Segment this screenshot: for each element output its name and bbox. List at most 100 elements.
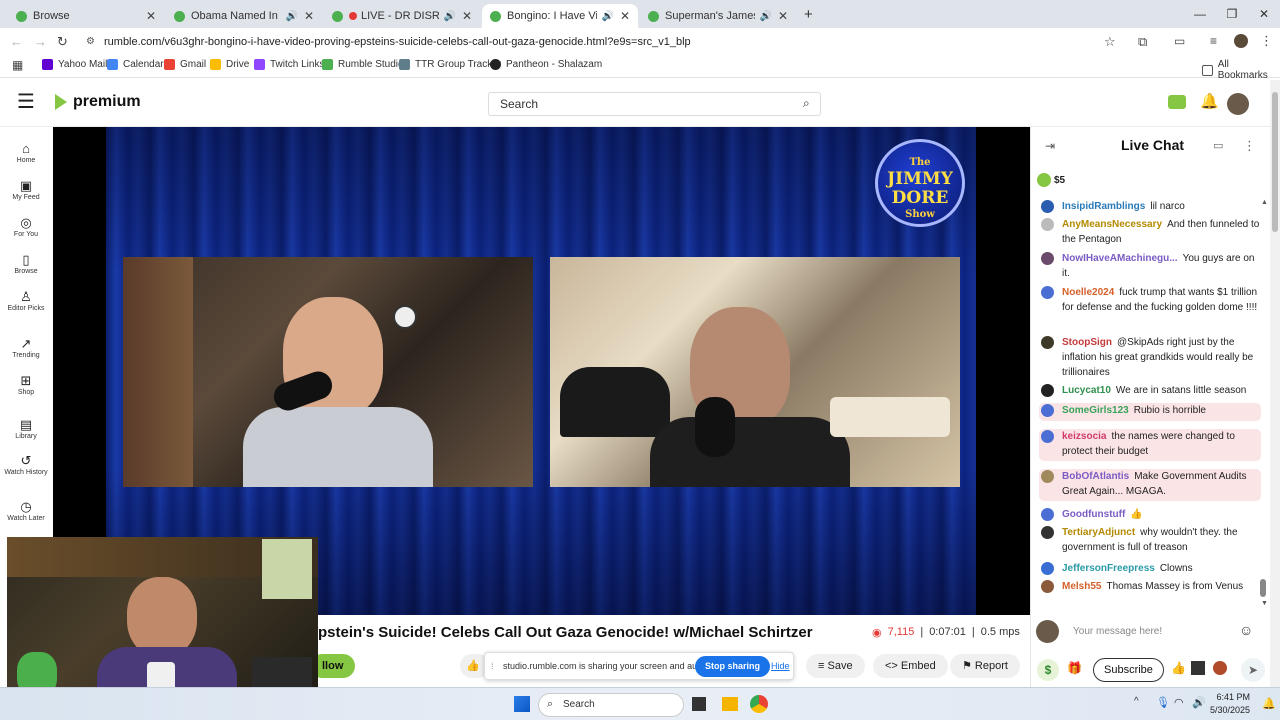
go-live-camera-icon[interactable] bbox=[1168, 95, 1186, 109]
notifications-icon[interactable]: 🔔 bbox=[1262, 697, 1276, 710]
clock-date[interactable]: 5/30/2025 bbox=[1208, 705, 1250, 715]
chat-username[interactable]: BobOfAtlantis bbox=[1062, 471, 1129, 482]
bookmark-gmail[interactable]: Gmail bbox=[164, 59, 206, 70]
clock-time[interactable]: 6:41 PM bbox=[1214, 692, 1250, 702]
extensions-icon[interactable]: ⧉ bbox=[1138, 34, 1147, 50]
chat-username[interactable]: Melsh55 bbox=[1062, 581, 1101, 592]
browser-tab-active[interactable]: Bongino: I Have Video PRO 🔊 ✕ bbox=[482, 4, 638, 28]
speaker-icon[interactable]: 🔊 bbox=[443, 11, 455, 22]
chat-username[interactable]: NowIHaveAMachinegu... bbox=[1062, 253, 1178, 264]
rumble-premium-logo[interactable]: premium bbox=[53, 93, 141, 111]
chat-username[interactable]: SomeGirls123 bbox=[1062, 405, 1129, 416]
emote-icon[interactable] bbox=[1213, 661, 1227, 675]
report-button[interactable]: ⚑ Report bbox=[950, 654, 1020, 678]
url-field[interactable]: rumble.com/v6u3ghr-bongino-i-have-video-… bbox=[80, 31, 1080, 53]
new-tab-icon[interactable]: + bbox=[804, 6, 813, 23]
chat-scrollbar-thumb[interactable] bbox=[1260, 579, 1266, 597]
chat-username[interactable]: Lucycat10 bbox=[1062, 385, 1111, 396]
tray-chevron-icon[interactable]: ^ bbox=[1134, 696, 1139, 707]
bookmark-twitch-links[interactable]: Twitch Links bbox=[254, 59, 324, 70]
media-controls-icon[interactable]: ≡ bbox=[1210, 34, 1217, 48]
chat-avatar[interactable] bbox=[1041, 200, 1054, 213]
emoji-icon[interactable]: ☺ bbox=[1239, 622, 1253, 638]
bookmark-yahoo-mail[interactable]: Yahoo Mail bbox=[42, 59, 107, 70]
chat-username[interactable]: Goodfunstuff bbox=[1062, 509, 1125, 520]
restore-icon[interactable]: ❐ bbox=[1216, 0, 1248, 28]
windows-start-icon[interactable] bbox=[514, 696, 530, 712]
cast-icon[interactable]: ▭ bbox=[1174, 34, 1185, 48]
task-view-icon[interactable] bbox=[692, 697, 706, 711]
drag-handle-icon[interactable]: ⁞ bbox=[491, 661, 494, 671]
wifi-icon[interactable]: ◠ bbox=[1174, 696, 1184, 709]
notification-bell-icon[interactable]: 🔔 bbox=[1200, 92, 1219, 110]
bookmark-rumble-studio[interactable]: Rumble Studio bbox=[322, 59, 404, 70]
search-input[interactable]: Search bbox=[488, 92, 821, 116]
save-button[interactable]: ≡ Save bbox=[806, 654, 865, 678]
speaker-icon[interactable]: 🔊 bbox=[285, 11, 297, 22]
back-icon[interactable]: ← bbox=[10, 34, 23, 49]
bookmark-ttr-group-tracker[interactable]: TTR Group Tracker bbox=[399, 59, 501, 70]
close-window-icon[interactable]: ✕ bbox=[1248, 0, 1280, 28]
browser-menu-icon[interactable]: ⋮ bbox=[1260, 33, 1273, 49]
all-bookmarks[interactable]: All Bookmarks bbox=[1202, 59, 1280, 81]
chat-avatar[interactable] bbox=[1041, 430, 1054, 443]
rant-dollar-icon[interactable]: $ bbox=[1037, 659, 1059, 681]
chat-avatar[interactable] bbox=[1041, 580, 1054, 593]
send-icon[interactable]: ➤ bbox=[1241, 658, 1265, 682]
sidebar-item-trending[interactable]: ↗ Trending bbox=[0, 336, 52, 359]
forward-icon[interactable]: → bbox=[34, 34, 47, 49]
chat-avatar[interactable] bbox=[1041, 526, 1054, 539]
chat-scroll-down-icon[interactable]: ▼ bbox=[1261, 600, 1268, 607]
rant-pill[interactable]: $5 bbox=[1037, 173, 1065, 187]
sidebar-item-shop[interactable]: ⊞ Shop bbox=[0, 373, 52, 396]
chat-username[interactable]: AnyMeansNecessary bbox=[1062, 219, 1162, 230]
chat-username[interactable]: InsipidRamblings bbox=[1062, 201, 1145, 212]
chat-username[interactable]: JeffersonFreepress bbox=[1062, 563, 1155, 574]
sidebar-item-home[interactable]: ⌂ Home bbox=[0, 141, 52, 164]
chat-avatar[interactable] bbox=[1041, 562, 1054, 575]
speaker-icon[interactable]: 🔊 bbox=[759, 11, 771, 22]
hamburger-menu-icon[interactable]: ☰ bbox=[17, 92, 35, 112]
subscribe-button[interactable]: Subscribe bbox=[1093, 658, 1164, 682]
sidebar-item-library[interactable]: ▤ Library bbox=[0, 417, 52, 440]
chat-avatar[interactable] bbox=[1041, 470, 1054, 483]
sidebar-item-editor-picks[interactable]: ♙ Editor Picks bbox=[0, 289, 52, 312]
stop-sharing-button[interactable]: Stop sharing bbox=[695, 656, 771, 677]
close-tab-icon[interactable]: ✕ bbox=[304, 9, 314, 23]
user-avatar[interactable] bbox=[1227, 93, 1249, 115]
minimize-icon[interactable]: — bbox=[1184, 0, 1216, 28]
bookmark-star-icon[interactable]: ☆ bbox=[1104, 34, 1116, 50]
profile-avatar[interactable] bbox=[1234, 34, 1248, 48]
browser-tab[interactable]: LIVE - DR DISRESPECT - 🔊 ✕ bbox=[324, 4, 480, 28]
sidebar-item-browse[interactable]: ▯ Browse bbox=[0, 252, 52, 275]
bookmark-drive[interactable]: Drive bbox=[210, 59, 249, 70]
close-tab-icon[interactable]: ✕ bbox=[620, 9, 630, 23]
chat-username[interactable]: StoopSign bbox=[1062, 337, 1112, 348]
chat-message-input[interactable]: Your message here! bbox=[1073, 626, 1162, 637]
browser-tab[interactable]: Browse ✕ bbox=[8, 4, 164, 28]
bookmark-pantheon[interactable]: Pantheon - Shalazam bbox=[490, 59, 602, 70]
emote-icon[interactable] bbox=[1191, 661, 1205, 675]
close-tab-icon[interactable]: ✕ bbox=[778, 9, 788, 23]
chat-username[interactable]: TertiaryAdjunct bbox=[1062, 527, 1135, 538]
emote-thumb-icon[interactable]: 👍 bbox=[1171, 661, 1186, 675]
file-explorer-icon[interactable] bbox=[722, 697, 738, 711]
chat-avatar[interactable] bbox=[1041, 384, 1054, 397]
sidebar-item-for-you[interactable]: ◎ For You bbox=[0, 215, 52, 238]
embed-button[interactable]: <> Embed bbox=[873, 654, 948, 678]
reload-icon[interactable]: ↻ bbox=[57, 34, 68, 50]
bookmark-calendar[interactable]: Calendar bbox=[107, 59, 164, 70]
browser-tab[interactable]: Superman's James Gunn Re 🔊 ✕ bbox=[640, 4, 796, 28]
sidebar-item-my-feed[interactable]: ▣ My Feed bbox=[0, 178, 52, 201]
hide-banner-link[interactable]: Hide bbox=[771, 661, 790, 671]
chat-avatar[interactable] bbox=[1041, 508, 1054, 521]
taskbar-search-box[interactable]: ⌕ Search bbox=[538, 693, 684, 717]
sidebar-item-watch-history[interactable]: ↺ Watch History bbox=[0, 453, 52, 476]
chat-avatar[interactable] bbox=[1041, 336, 1054, 349]
close-tab-icon[interactable]: ✕ bbox=[462, 9, 472, 23]
microphone-icon[interactable]: 🎙 bbox=[1156, 696, 1170, 709]
gift-icon[interactable]: 🎁 bbox=[1067, 661, 1082, 675]
chat-avatar[interactable] bbox=[1041, 252, 1054, 265]
apps-grid-icon[interactable]: ▦ bbox=[12, 58, 23, 72]
volume-icon[interactable]: 🔊 bbox=[1192, 696, 1206, 709]
